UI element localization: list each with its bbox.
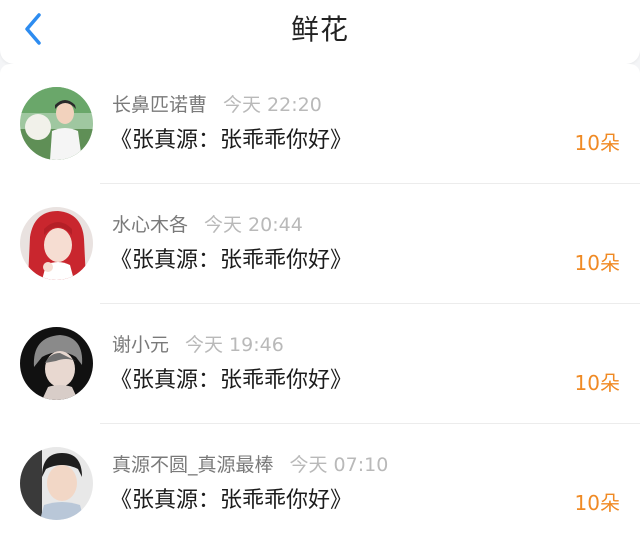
flower-count: 10朵 [574,251,620,275]
username[interactable]: 长鼻匹诺曹 [112,94,207,116]
flower-count: 10朵 [574,491,620,515]
avatar[interactable] [20,87,93,160]
timestamp: 今天 20:44 [204,214,303,236]
list-item[interactable]: 长鼻匹诺曹 今天 22:20 《张真源：张乖乖你好》 10朵 [0,64,640,184]
avatar[interactable] [20,207,93,280]
sender-line: 水心木各 今天 20:44 [112,213,303,237]
top-bar: 鲜花 [0,0,640,64]
work-title[interactable]: 《张真源：张乖乖你好》 [110,485,352,517]
work-title[interactable]: 《张真源：张乖乖你好》 [110,245,352,277]
list-item[interactable]: 水心木各 今天 20:44 《张真源：张乖乖你好》 10朵 [0,184,640,304]
sender-line: 真源不圆_真源最棒 今天 07:10 [112,453,388,477]
username[interactable]: 真源不圆_真源最棒 [112,454,274,476]
username[interactable]: 谢小元 [112,334,169,356]
work-title[interactable]: 《张真源：张乖乖你好》 [110,125,352,157]
sender-line: 长鼻匹诺曹 今天 22:20 [112,93,322,117]
flower-count: 10朵 [574,131,620,155]
page-title: 鲜花 [290,13,349,46]
timestamp: 今天 22:20 [223,94,322,116]
username[interactable]: 水心木各 [112,214,188,236]
timestamp: 今天 19:46 [185,334,284,356]
flower-count: 10朵 [574,371,620,395]
work-title[interactable]: 《张真源：张乖乖你好》 [110,365,352,397]
timestamp: 今天 07:10 [289,454,389,476]
avatar[interactable] [20,327,93,400]
list-item[interactable]: 真源不圆_真源最棒 今天 07:10 《张真源：张乖乖你好》 10朵 [0,424,640,544]
avatar[interactable] [20,447,93,520]
sender-line: 谢小元 今天 19:46 [112,333,284,357]
list-item[interactable]: 谢小元 今天 19:46 《张真源：张乖乖你好》 10朵 [0,304,640,424]
flower-list: 长鼻匹诺曹 今天 22:20 《张真源：张乖乖你好》 10朵 水心木各 今天 20:… [0,64,640,551]
